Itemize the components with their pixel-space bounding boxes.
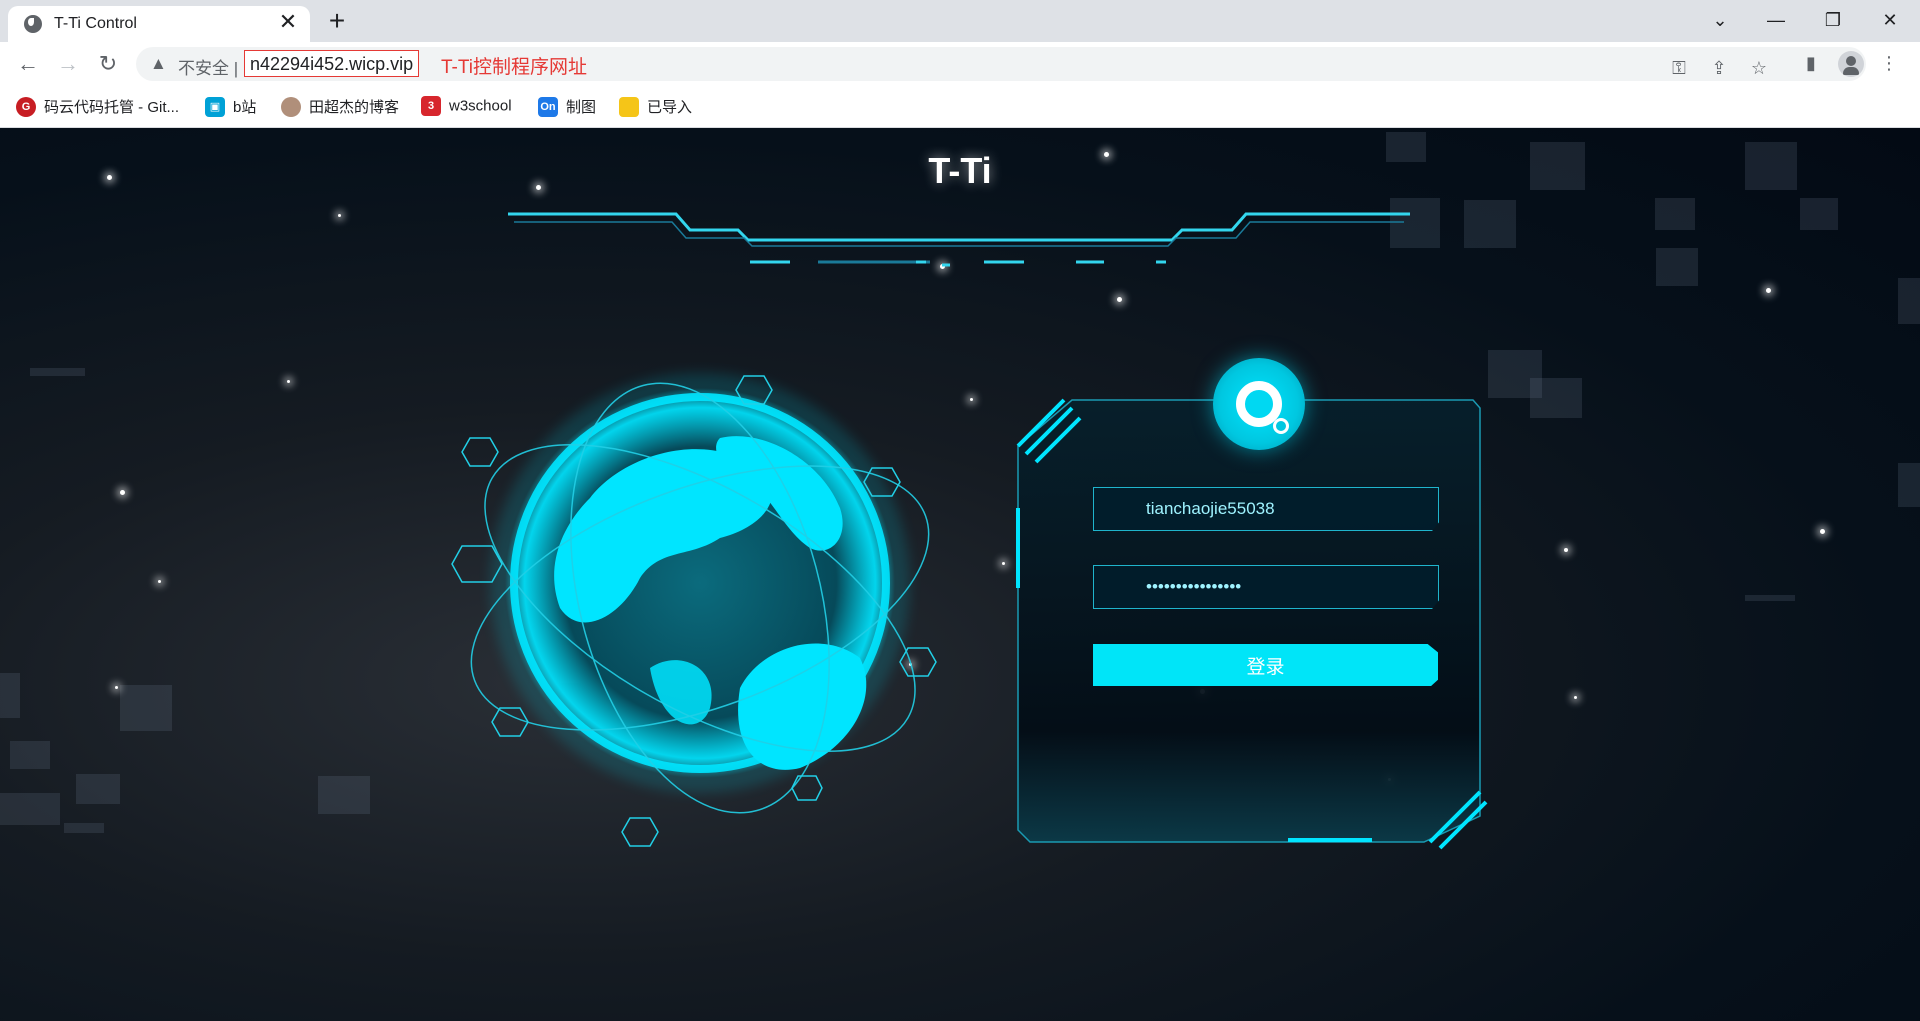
login-button[interactable]: 登录 bbox=[1093, 644, 1438, 686]
not-secure-label: 不安全 | bbox=[178, 59, 239, 78]
bookmark-w3school[interactable]: 3 w3school bbox=[421, 96, 512, 118]
username-field[interactable] bbox=[1093, 487, 1439, 531]
tab-title: T-Ti Control bbox=[54, 15, 137, 32]
tab-strip: T-Ti Control ✕ + ⌄ — ❐ ✕ bbox=[0, 0, 1920, 42]
processon-icon: On bbox=[538, 96, 558, 117]
logo-dot-icon bbox=[1273, 418, 1289, 434]
tab-search-button[interactable]: ⌄ bbox=[1700, 6, 1740, 34]
share-icon[interactable]: ⇪ bbox=[1706, 55, 1732, 81]
password-field[interactable] bbox=[1093, 565, 1439, 609]
url-annotation: T-Ti控制程序网址 bbox=[441, 57, 588, 78]
app-logo bbox=[1213, 358, 1305, 450]
forward-button[interactable]: → bbox=[54, 50, 82, 78]
sidepanel-icon[interactable]: ▮ bbox=[1798, 50, 1824, 76]
login-panel-frame bbox=[1016, 398, 1488, 850]
globe-illustration bbox=[451, 373, 937, 847]
new-tab-button[interactable]: + bbox=[322, 7, 352, 37]
bilibili-icon: ▣ bbox=[205, 96, 225, 117]
bookmark-folder-imported[interactable]: 已导入 bbox=[619, 96, 692, 118]
warning-triangle-icon[interactable]: ▲ bbox=[150, 54, 167, 74]
decoration-layer bbox=[451, 212, 1488, 850]
back-button[interactable]: ← bbox=[14, 50, 42, 78]
url-text[interactable]: n42294i452.wicp.vip bbox=[244, 50, 420, 77]
reload-button[interactable]: ↻ bbox=[94, 50, 122, 78]
bookmark-processon[interactable]: On 制图 bbox=[538, 96, 596, 118]
header-decoration bbox=[508, 212, 1410, 267]
close-window-button[interactable]: ✕ bbox=[1870, 6, 1910, 34]
browser-window: T-Ti Control ✕ + ⌄ — ❐ ✕ ← → ↻ ▲ 不安全 | n… bbox=[0, 0, 1920, 1021]
bookmark-blog[interactable]: 田超杰的博客 bbox=[281, 96, 399, 118]
w3school-icon: 3 bbox=[421, 96, 441, 116]
username-input[interactable] bbox=[1146, 488, 1426, 530]
avatar-icon bbox=[281, 96, 301, 117]
password-input[interactable] bbox=[1146, 566, 1426, 608]
gitee-icon: G bbox=[16, 96, 36, 117]
restore-button[interactable]: ❐ bbox=[1813, 6, 1853, 34]
bookmark-bilibili[interactable]: ▣ b站 bbox=[205, 96, 256, 118]
folder-icon bbox=[619, 96, 639, 117]
page-content: T-Ti tianchaojie55038 •••••••••••••••• 登… bbox=[0, 128, 1920, 1021]
minimize-button[interactable]: — bbox=[1756, 6, 1796, 34]
key-icon[interactable]: ⚿ bbox=[1666, 55, 1692, 81]
address-bar[interactable]: ▲ 不安全 | n42294i452.wicp.vip T-Ti控制程序网址 ⚿… bbox=[136, 47, 1866, 81]
tab-t-ti-control[interactable]: T-Ti Control ✕ bbox=[8, 6, 310, 42]
browser-toolbar: ← → ↻ ▲ 不安全 | n42294i452.wicp.vip T-Ti控制… bbox=[0, 42, 1920, 86]
bookmarks-bar: G 码云代码托管 - Git... ▣ b站 田超杰的博客 3 w3school On… bbox=[0, 86, 1920, 128]
star-icon[interactable]: ☆ bbox=[1746, 55, 1772, 81]
globe-icon bbox=[24, 15, 42, 33]
menu-icon[interactable]: ⋮ bbox=[1876, 50, 1902, 76]
profile-icon[interactable] bbox=[1838, 51, 1864, 77]
tab-close-icon[interactable]: ✕ bbox=[276, 11, 300, 35]
bookmark-gitee[interactable]: G 码云代码托管 - Git... bbox=[16, 96, 179, 118]
